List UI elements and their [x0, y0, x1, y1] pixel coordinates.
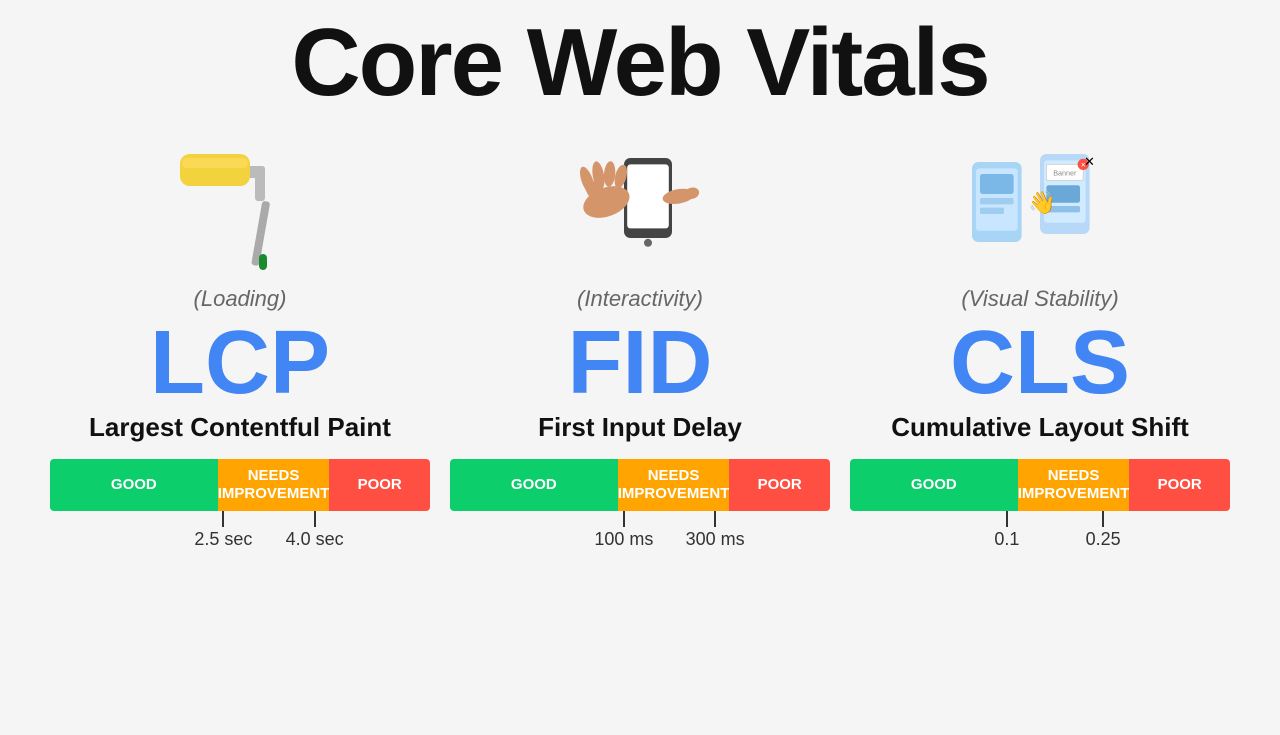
lcp-marker-1: 2.5 sec — [194, 511, 252, 550]
lcp-marker-2: 4.0 sec — [286, 511, 344, 550]
cls-rating-bar-container: GOOD NEEDS IMPROVEMENT POOR 0.1 0.25 — [850, 459, 1230, 547]
lcp-label-1: 2.5 sec — [194, 529, 252, 550]
lcp-name: Largest Contentful Paint — [89, 412, 391, 443]
page-title: Core Web Vitals — [291, 10, 988, 116]
cls-label-1: 0.1 — [994, 529, 1019, 550]
fid-good-bar: GOOD — [450, 459, 618, 511]
cls-marker-line-1 — [1006, 511, 1008, 527]
fid-rating-bar: GOOD NEEDS IMPROVEMENT POOR — [450, 459, 830, 511]
lcp-good-bar: GOOD — [50, 459, 218, 511]
fid-category: (Interactivity) — [577, 286, 703, 312]
cls-markers: 0.1 0.25 — [850, 511, 1230, 547]
fid-marker-line-1 — [623, 511, 625, 527]
lcp-markers: 2.5 sec 4.0 sec — [50, 511, 430, 547]
fid-marker-2: 300 ms — [686, 511, 745, 550]
lcp-marker-line-1 — [222, 511, 224, 527]
cls-good-bar: GOOD — [850, 459, 1018, 511]
fid-label-1: 100 ms — [594, 529, 653, 550]
paint-roller-icon — [160, 126, 320, 286]
cls-category: (Visual Stability) — [961, 286, 1118, 312]
lcp-category: (Loading) — [194, 286, 287, 312]
lcp-poor-bar: POOR — [329, 459, 430, 511]
fid-poor-bar: POOR — [729, 459, 830, 511]
phone-touch-icon — [560, 126, 720, 286]
vitals-grid: (Loading) LCP Largest Contentful Paint G… — [0, 126, 1280, 547]
layout-shift-icon: Banner × 👋 ✕ — [960, 126, 1120, 286]
fid-label-2: 300 ms — [686, 529, 745, 550]
lcp-acronym: LCP — [150, 318, 330, 408]
fid-rating-bar-container: GOOD NEEDS IMPROVEMENT POOR 100 ms 300 m… — [450, 459, 830, 547]
cls-marker-2: 0.25 — [1086, 511, 1121, 550]
lcp-rating-bar: GOOD NEEDS IMPROVEMENT POOR — [50, 459, 430, 511]
fid-needs-bar: NEEDS IMPROVEMENT — [618, 459, 730, 511]
cls-needs-bar: NEEDS IMPROVEMENT — [1018, 459, 1130, 511]
fid-acronym: FID — [568, 318, 713, 408]
cls-rating-bar: GOOD NEEDS IMPROVEMENT POOR — [850, 459, 1230, 511]
fid-marker-line-2 — [714, 511, 716, 527]
svg-text:Banner: Banner — [1053, 168, 1077, 177]
cls-poor-bar: POOR — [1129, 459, 1230, 511]
svg-text:👋: 👋 — [1028, 190, 1056, 216]
cls-card: Banner × 👋 ✕ (Visual Stability) CLS Cumu… — [850, 126, 1230, 547]
svg-text:✕: ✕ — [1084, 154, 1095, 169]
cls-name: Cumulative Layout Shift — [891, 412, 1189, 443]
cls-label-2: 0.25 — [1086, 529, 1121, 550]
lcp-marker-line-2 — [314, 511, 316, 527]
fid-card: (Interactivity) FID First Input Delay GO… — [450, 126, 830, 547]
fid-markers: 100 ms 300 ms — [450, 511, 830, 547]
cls-marker-1: 0.1 — [994, 511, 1019, 550]
cls-acronym: CLS — [950, 318, 1130, 408]
lcp-label-2: 4.0 sec — [286, 529, 344, 550]
fid-name: First Input Delay — [538, 412, 742, 443]
lcp-needs-bar: NEEDS IMPROVEMENT — [218, 459, 330, 511]
lcp-card: (Loading) LCP Largest Contentful Paint G… — [50, 126, 430, 547]
fid-marker-1: 100 ms — [594, 511, 653, 550]
lcp-rating-bar-container: GOOD NEEDS IMPROVEMENT POOR 2.5 sec 4.0 … — [50, 459, 430, 547]
cls-marker-line-2 — [1102, 511, 1104, 527]
